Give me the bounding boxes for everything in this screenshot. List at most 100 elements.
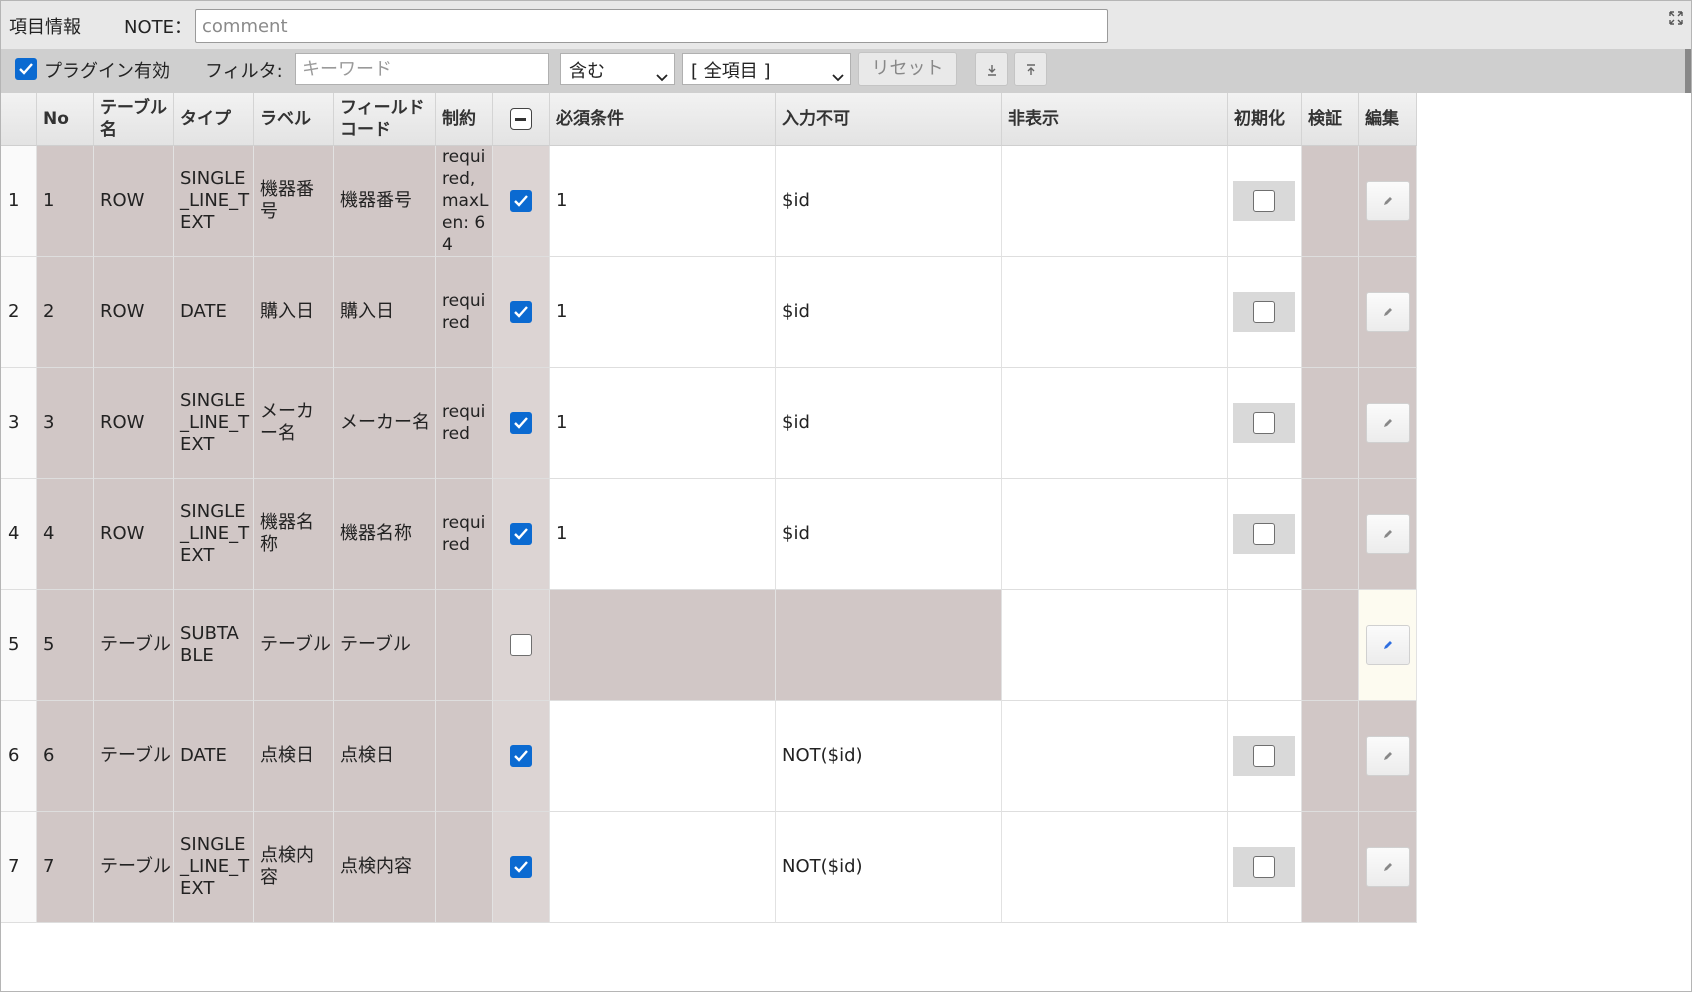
plugin-enabled-checkbox[interactable] xyxy=(15,58,37,80)
constraint-text: required xyxy=(442,291,486,333)
cell-validate xyxy=(1302,479,1359,590)
match-mode-select[interactable]: 含む xyxy=(560,53,675,85)
cell-field-code: テーブル xyxy=(334,590,436,701)
cell-constraint xyxy=(436,812,493,923)
rownum-text: 3 xyxy=(8,412,20,433)
init-checkbox[interactable] xyxy=(1253,856,1275,878)
init-toggle[interactable] xyxy=(1233,292,1295,332)
edit-button[interactable] xyxy=(1366,847,1410,887)
init-checkbox[interactable] xyxy=(1253,190,1275,212)
cell-no: 3 xyxy=(37,368,94,479)
edit-button[interactable] xyxy=(1366,403,1410,443)
no-text: 6 xyxy=(43,745,55,766)
reset-button[interactable]: リセット xyxy=(858,52,957,86)
rownum-text: 6 xyxy=(8,745,20,766)
note-bar: 項目情報 NOTE： xyxy=(1,1,1691,49)
label-text: テーブル xyxy=(260,634,331,655)
field-code-text: 点検内容 xyxy=(340,856,412,877)
field-scope-select[interactable]: [ 全項目 ] xyxy=(682,53,851,85)
cell-checked xyxy=(493,701,550,812)
init-toggle[interactable] xyxy=(1233,403,1295,443)
cell-rownum: 4 xyxy=(1,479,37,590)
table-row: 7 7 テーブル SINGLE_LINE_TEXT 点検内容 点検内容 NOT($id) xyxy=(1,812,1417,923)
cell-disabled: $id xyxy=(776,368,1002,479)
cell-table: ROW xyxy=(94,479,174,590)
table-text: テーブル xyxy=(100,634,171,655)
table-text: テーブル xyxy=(100,745,171,766)
init-toggle[interactable] xyxy=(1233,514,1295,554)
edit-button[interactable] xyxy=(1366,181,1410,221)
select-all-checkbox[interactable] xyxy=(510,108,532,130)
init-toggle[interactable] xyxy=(1233,847,1295,887)
field-code-text: 機器名称 xyxy=(340,523,412,544)
cell-table: ROW xyxy=(94,257,174,368)
cell-type: DATE xyxy=(174,701,254,812)
cell-checked xyxy=(493,146,550,257)
edit-button[interactable] xyxy=(1366,292,1410,332)
scrollbar[interactable] xyxy=(1685,49,1691,93)
cell-init xyxy=(1228,701,1302,812)
init-checkbox[interactable] xyxy=(1253,523,1275,545)
column-header-table: テーブル名 xyxy=(94,93,174,146)
row-enabled-checkbox[interactable] xyxy=(510,412,532,434)
column-header-validate: 検証 xyxy=(1302,93,1359,146)
row-enabled-checkbox[interactable] xyxy=(510,523,532,545)
row-enabled-checkbox[interactable] xyxy=(510,190,532,212)
constraint-text: required xyxy=(442,402,486,444)
init-checkbox[interactable] xyxy=(1253,412,1275,434)
table-header-filler xyxy=(1417,93,1691,146)
type-text: SUBTABLE xyxy=(180,623,239,666)
cell-table: ROW xyxy=(94,368,174,479)
table-row: 6 6 テーブル DATE 点検日 点検日 NOT($id) xyxy=(1,701,1417,812)
init-toggle[interactable] xyxy=(1233,736,1295,776)
init-checkbox[interactable] xyxy=(1253,745,1275,767)
cell-label: 点検内容 xyxy=(254,812,334,923)
note-input[interactable] xyxy=(195,9,1108,43)
table-row: 5 5 テーブル SUBTABLE テーブル テーブル xyxy=(1,590,1417,701)
cell-edit xyxy=(1359,590,1417,701)
upload-button[interactable] xyxy=(1014,52,1047,86)
cell-constraint: required xyxy=(436,479,493,590)
cell-constraint: required, maxLen: 64 xyxy=(436,146,493,257)
expand-icon[interactable] xyxy=(1669,9,1683,25)
cell-table: ROW xyxy=(94,146,174,257)
cell-rownum: 5 xyxy=(1,590,37,701)
table-text: ROW xyxy=(100,190,145,211)
cell-edit xyxy=(1359,812,1417,923)
cell-init xyxy=(1228,368,1302,479)
keyword-input[interactable] xyxy=(295,53,549,85)
init-toggle[interactable] xyxy=(1233,181,1295,221)
row-enabled-checkbox[interactable] xyxy=(510,856,532,878)
rownum-text: 7 xyxy=(8,856,20,877)
disabled-text: $id xyxy=(782,523,810,544)
cell-label: 機器名称 xyxy=(254,479,334,590)
edit-button[interactable] xyxy=(1366,625,1410,665)
row-enabled-checkbox[interactable] xyxy=(510,634,532,656)
column-header-init: 初期化 xyxy=(1228,93,1302,146)
cell-edit xyxy=(1359,701,1417,812)
label-text: 機器名称 xyxy=(260,512,314,555)
edit-button[interactable] xyxy=(1366,736,1410,776)
cell-label: 機器番号 xyxy=(254,146,334,257)
cell-type: SINGLE_LINE_TEXT xyxy=(174,146,254,257)
column-header-disabled: 入力不可 xyxy=(776,93,1002,146)
edit-button[interactable] xyxy=(1366,514,1410,554)
field-code-text: 点検日 xyxy=(340,745,394,766)
table-row: 3 3 ROW SINGLE_LINE_TEXT メーカー名 メーカー名 required 1… xyxy=(1,368,1417,479)
cell-required: 1 xyxy=(550,479,776,590)
match-mode-value: 含む xyxy=(569,61,605,82)
disabled-text: $id xyxy=(782,190,810,211)
cell-init xyxy=(1228,257,1302,368)
init-checkbox[interactable] xyxy=(1253,301,1275,323)
column-header-label: 入力不可 xyxy=(782,109,850,129)
cell-label: メーカー名 xyxy=(254,368,334,479)
cell-no: 7 xyxy=(37,812,94,923)
row-enabled-checkbox[interactable] xyxy=(510,745,532,767)
cell-rownum: 7 xyxy=(1,812,37,923)
cell-disabled: $id xyxy=(776,479,1002,590)
chevron-down-icon xyxy=(832,66,844,82)
column-header-label: No xyxy=(43,109,69,129)
row-enabled-checkbox[interactable] xyxy=(510,301,532,323)
download-button[interactable] xyxy=(975,52,1008,86)
label-text: 点検日 xyxy=(260,745,314,766)
